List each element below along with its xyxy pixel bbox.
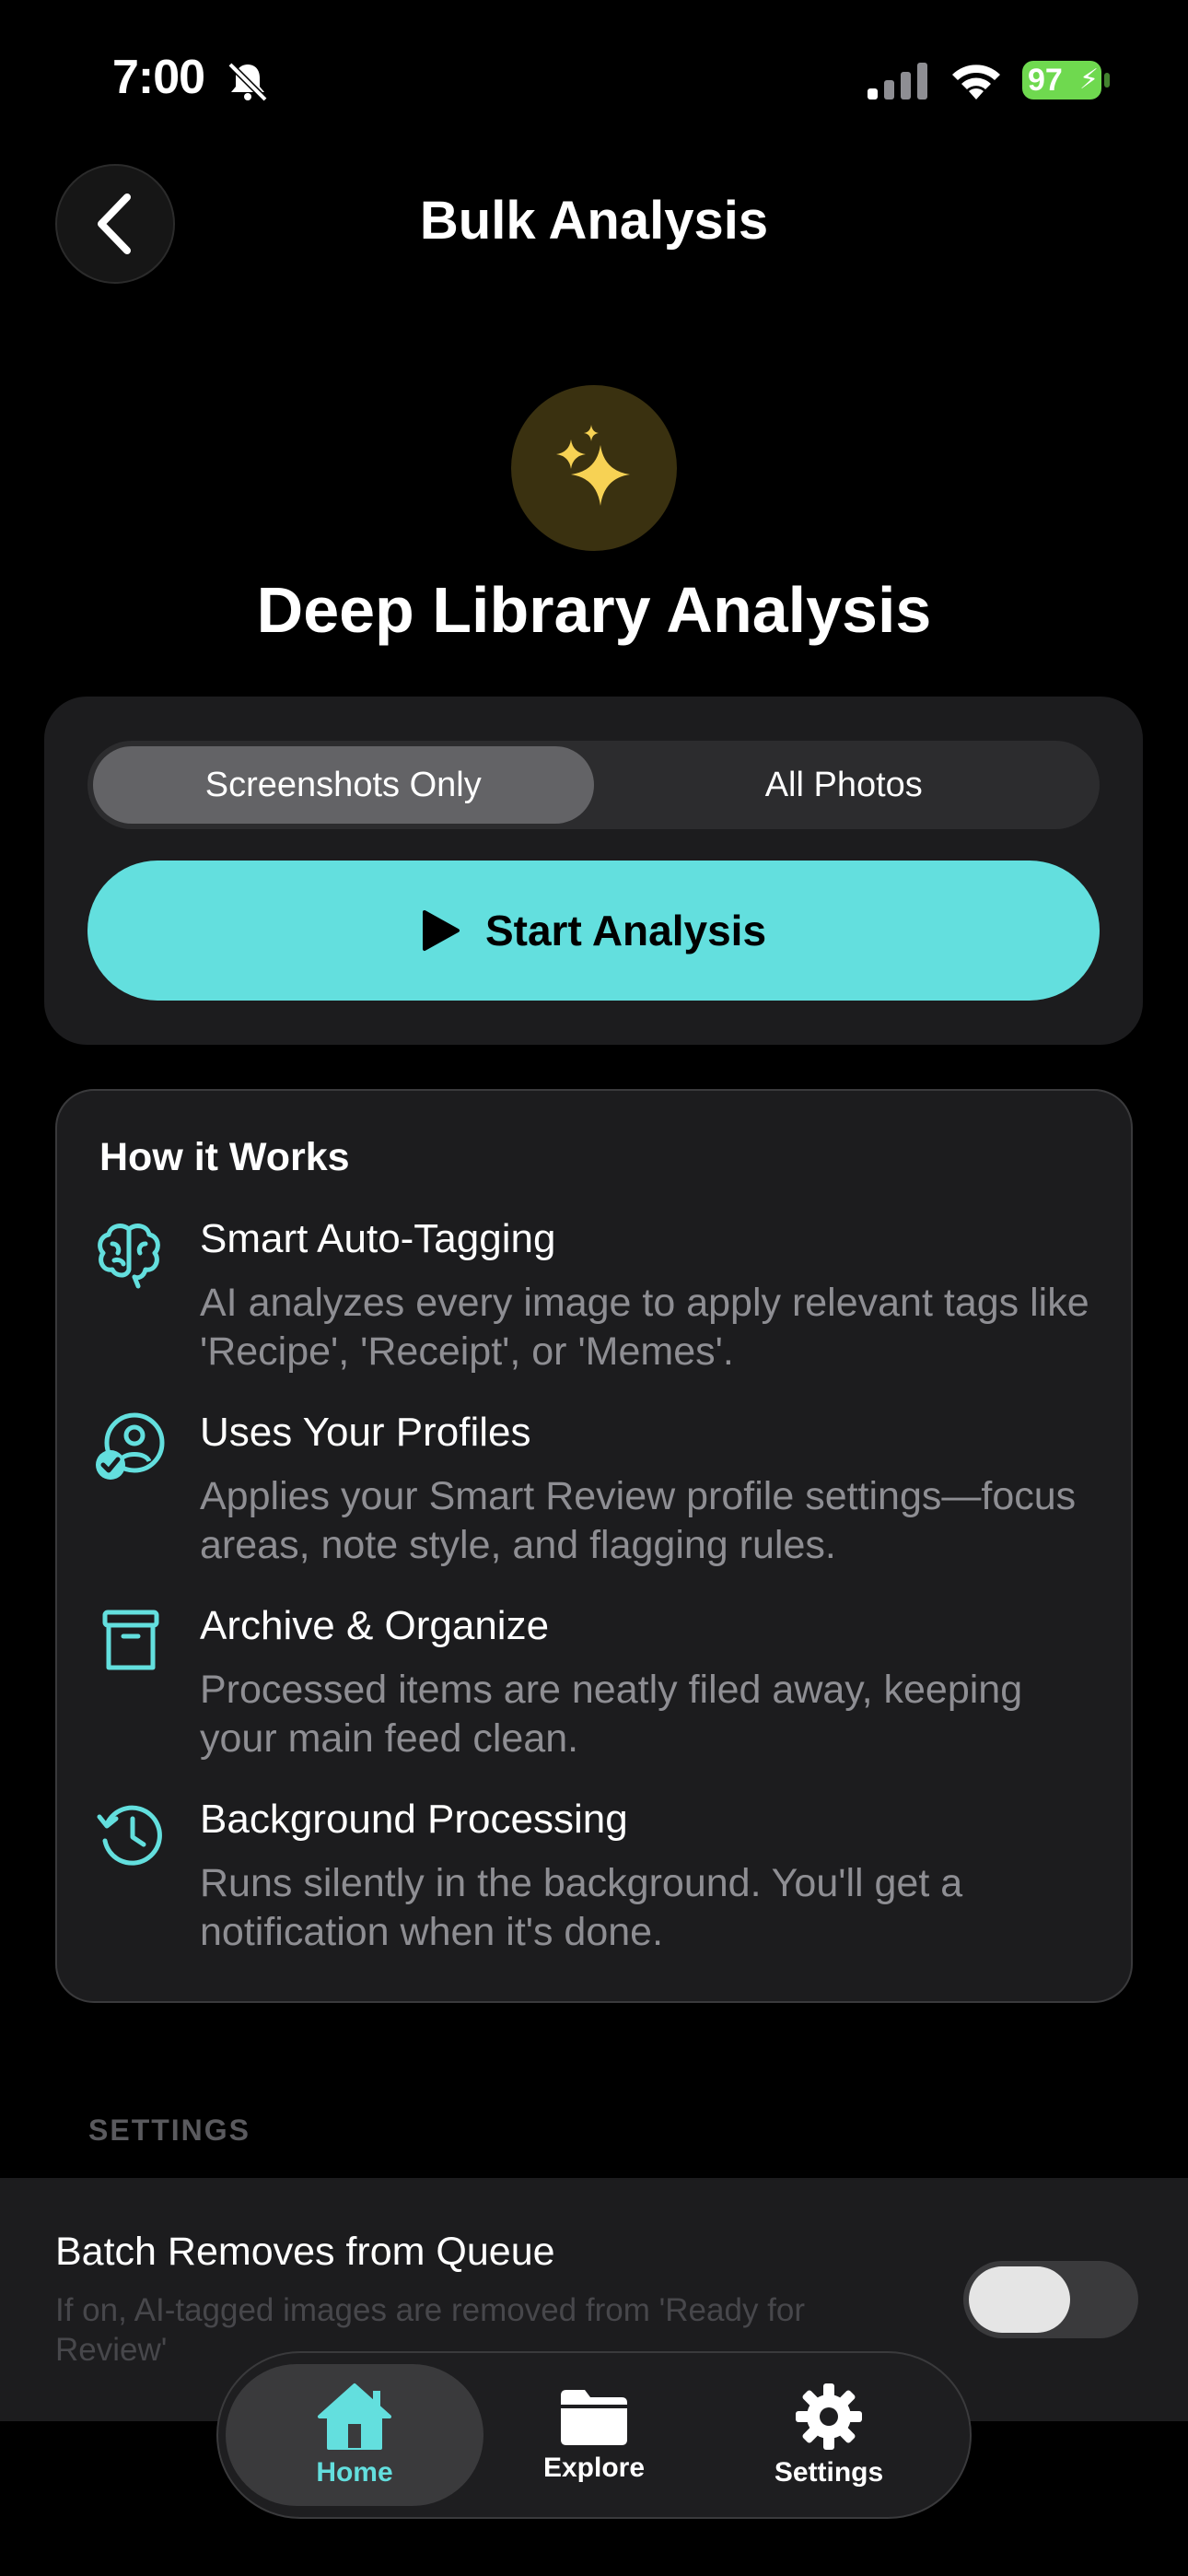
brain-icon [98, 1224, 160, 1289]
status-time: 7:00 [112, 51, 205, 104]
segment-screenshots-only[interactable]: Screenshots Only [93, 746, 594, 824]
cellular-signal-icon [868, 63, 927, 100]
feature-title: Background Processing [200, 1797, 628, 1842]
profile-check-icon [96, 1412, 165, 1480]
tab-label: Explore [542, 2453, 646, 2483]
bell-slash-icon [227, 62, 268, 101]
house-icon [318, 2383, 391, 2450]
segment-all-photos[interactable]: All Photos [594, 746, 1095, 824]
tab-settings[interactable]: Settings [700, 2364, 958, 2506]
tab-label: Settings [774, 2457, 884, 2488]
gear-icon [796, 2383, 862, 2450]
start-analysis-button[interactable]: Start Analysis [87, 861, 1100, 1001]
scope-segmented-control: Screenshots Only All Photos [87, 741, 1100, 829]
history-clock-icon [97, 1805, 162, 1866]
play-icon [422, 910, 460, 951]
feature-title: Archive & Organize [200, 1603, 550, 1648]
batch-remove-toggle[interactable] [963, 2261, 1138, 2338]
charging-bolt-icon: ⚡ [1079, 64, 1100, 95]
tab-label: Home [316, 2457, 393, 2488]
sparkles-icon [511, 385, 677, 551]
feature-description: AI analyzes every image to apply relevan… [200, 1281, 1089, 1374]
toggle-knob [969, 2266, 1070, 2333]
feature-description: Runs silently in the background. You'll … [200, 1861, 963, 1954]
how-it-works-title: How it Works [99, 1135, 350, 1179]
battery-level: 97 [1028, 63, 1063, 98]
tab-home[interactable]: Home [226, 2364, 483, 2506]
battery-icon: 97 ⚡ [1022, 59, 1111, 101]
archive-box-icon [102, 1610, 159, 1670]
folder-icon [561, 2390, 627, 2445]
feature-title: Smart Auto-Tagging [200, 1216, 556, 1261]
tab-explore[interactable]: Explore [465, 2364, 723, 2506]
start-analysis-label: Start Analysis [484, 907, 767, 954]
feature-description: Applies your Smart Review profile settin… [200, 1474, 1077, 1567]
feature-title: Uses Your Profiles [200, 1410, 531, 1455]
feature-description: Processed items are neatly filed away, k… [200, 1668, 1023, 1761]
settings-section-header: SETTINGS [88, 2113, 251, 2147]
page-title: Bulk Analysis [419, 191, 769, 251]
wifi-icon [952, 64, 1000, 100]
batch-remove-title: Batch Removes from Queue [55, 2230, 555, 2274]
hero-title: Deep Library Analysis [256, 574, 932, 646]
